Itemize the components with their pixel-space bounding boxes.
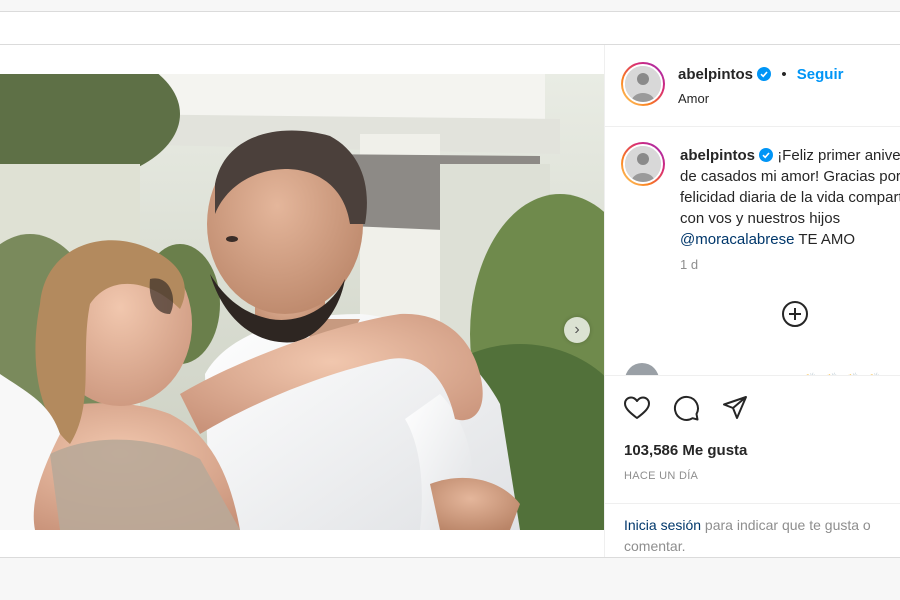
paper-plane-icon[interactable] (721, 394, 749, 422)
avatar-figure-icon (625, 66, 661, 102)
login-text-2: comentar. (624, 538, 686, 554)
verified-badge-icon (759, 148, 774, 162)
caption-author-avatar[interactable] (621, 142, 665, 186)
separator-dot: • (781, 66, 787, 83)
heart-icon[interactable] (623, 394, 651, 422)
verified-badge-icon (757, 67, 772, 81)
post-side-panel: abelpintos • Seguir Amor abelpintos ¡Fel… (604, 45, 900, 559)
avatar-photo (623, 64, 663, 104)
couple-photo-illustration (0, 74, 604, 530)
action-icons (623, 394, 749, 422)
post-header: abelpintos • Seguir Amor (605, 45, 900, 127)
avatar-figure-icon (625, 146, 661, 182)
post-location[interactable]: Amor (678, 91, 709, 106)
comment-bubble-icon[interactable] (672, 394, 700, 422)
author-avatar[interactable] (621, 62, 665, 106)
login-link[interactable]: Inicia sesión (624, 517, 701, 533)
caption-line-4: con vos y nuestros hijos (680, 210, 841, 227)
follow-button[interactable]: Seguir (797, 66, 844, 83)
caption-text-1: ¡Feliz primer aniversario (777, 147, 900, 164)
commenter-avatar[interactable] (625, 363, 659, 375)
login-text: Inicia sesión para indicar que te gusta … (624, 515, 900, 557)
caption-line-3: felicidad diaria de la vida compartida (680, 189, 900, 206)
next-photo-button[interactable]: › (564, 317, 590, 343)
bottom-page-strip (0, 557, 900, 600)
author-username[interactable]: abelpintos (678, 66, 753, 83)
caption-age[interactable]: 1 d (680, 257, 698, 272)
likes-count[interactable]: 103,586 Me gusta (624, 442, 747, 459)
post-caption: abelpintos ¡Feliz primer aniversario de … (680, 145, 900, 250)
post-timestamp: HACE UN DÍA (624, 470, 699, 482)
caption-line-5: @moracalabrese TE AMO (680, 229, 900, 250)
post-actions: 103,586 Me gusta HACE UN DÍA (605, 375, 900, 505)
login-text-1: para indicar que te gusta o (701, 517, 871, 533)
login-prompt: Inicia sesión para indicar que te gusta … (605, 503, 900, 559)
page: › abelpintos • Seguir Amor abelpintos ¡F… (0, 0, 900, 600)
post-photo[interactable]: › (0, 74, 604, 530)
caption-line-2: de casados mi amor! Gracias por (680, 168, 900, 185)
instagram-post-card: › abelpintos • Seguir Amor abelpintos ¡F… (0, 44, 900, 559)
top-browser-strip (0, 0, 900, 12)
comments-section: abelpintos ¡Feliz primer aniversario de … (605, 127, 900, 375)
caption-line-1: abelpintos ¡Feliz primer aniversario (680, 145, 900, 166)
peek-comment: laiadeaguiler3000👏 👏 👏 👏 (625, 363, 900, 375)
header-user-line: abelpintos • Seguir (678, 66, 843, 83)
avatar-photo (623, 144, 663, 184)
caption-mention-link[interactable]: @moracalabrese (680, 231, 794, 248)
caption-username[interactable]: abelpintos (680, 147, 755, 164)
plus-circle-icon[interactable] (781, 300, 809, 328)
chevron-right-icon: › (574, 321, 580, 338)
caption-tail: TE AMO (794, 231, 856, 248)
